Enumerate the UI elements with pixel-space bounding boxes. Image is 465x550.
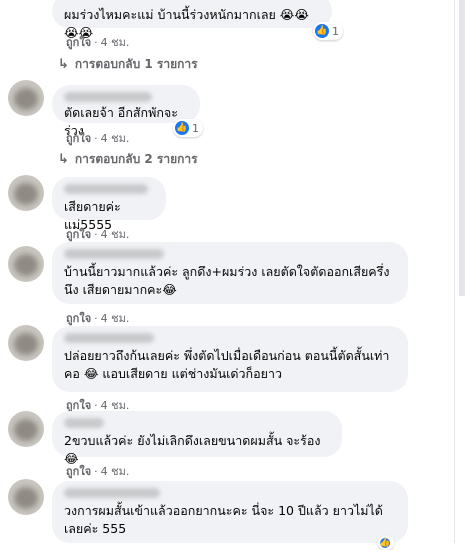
reaction-badge[interactable]: 👍 [378, 536, 394, 550]
reply-arrow-icon: ↳ [58, 57, 69, 72]
like-button[interactable]: ถูกใจ [66, 36, 91, 49]
avatar[interactable] [8, 80, 44, 116]
comment-bubble: วงการผมสั้นเข้าแล้วออกยากนะคะ นี่จะ 10 ป… [52, 481, 408, 543]
view-replies-link[interactable]: ↳ การตอบกลับ 1 รายการ [58, 55, 198, 74]
replies-label: การตอบกลับ 2 รายการ [74, 152, 198, 166]
reaction-badge[interactable]: 👍 1 [173, 119, 203, 137]
like-button[interactable]: ถูกใจ [66, 312, 91, 325]
avatar[interactable] [8, 479, 44, 515]
like-button[interactable]: ถูกใจ [66, 465, 91, 478]
comment-meta: ถูกใจ · 4 ชม. [66, 465, 130, 478]
comment-bubble: บ้านนี้ยาวมากแล้วค่ะ ลูกดึง+ผมร่วง เลยตั… [52, 242, 408, 304]
reaction-count: 1 [192, 121, 199, 135]
reaction-count: 1 [332, 24, 339, 38]
comment-text: บ้านนี้ยาวมากแล้วค่ะ ลูกดึง+ผมร่วง เลยตั… [64, 264, 390, 297]
author-name-redacted[interactable] [64, 184, 148, 194]
comment-meta: ถูกใจ · 4 ชม. [66, 312, 130, 325]
comment-text: ปล่อยยาวถึงก้นเลยค่ะ พึ่งตัดไปเมื่อเดือน… [64, 348, 390, 381]
view-replies-link[interactable]: ↳ การตอบกลับ 2 รายการ [58, 150, 198, 169]
comment-meta: ถูกใจ · 4 ชม. [66, 228, 130, 241]
timestamp[interactable]: 4 ชม. [101, 228, 130, 241]
reaction-badge[interactable]: 👍 1 [313, 22, 343, 40]
author-name-redacted[interactable] [64, 92, 152, 102]
thumbs-up-icon: 👍 [379, 538, 391, 548]
author-name-redacted[interactable] [64, 333, 154, 343]
like-button[interactable]: ถูกใจ [66, 228, 91, 241]
comment-meta: ถูกใจ · 4 ชม. [66, 36, 130, 49]
author-name-redacted[interactable] [64, 418, 104, 428]
comment-bubble: เสียดายค่ะแม่5555 [52, 177, 166, 232]
avatar[interactable] [8, 325, 44, 361]
avatar[interactable] [8, 246, 44, 282]
scroll-track-line [454, 0, 455, 543]
like-button[interactable]: ถูกใจ [66, 132, 91, 145]
comment-meta: ถูกใจ · 4 ชม. [66, 132, 130, 145]
timestamp[interactable]: 4 ชม. [101, 465, 130, 478]
timestamp[interactable]: 4 ชม. [101, 312, 130, 325]
timestamp[interactable]: 4 ชม. [101, 132, 130, 145]
thumbs-up-icon: 👍 [315, 24, 329, 38]
comment-text: วงการผมสั้นเข้าแล้วออกยากนะคะ นี่จะ 10 ป… [64, 503, 383, 536]
thumbs-up-icon: 👍 [175, 121, 189, 135]
author-name-redacted[interactable] [64, 488, 160, 498]
timestamp[interactable]: 4 ชม. [101, 36, 130, 49]
comment-bubble: 2ขวบแล้วค่ะ ยังไม่เลิกดึงเลยขนาดผมสั้น จ… [52, 411, 342, 466]
scrollbar[interactable] [459, 0, 465, 296]
author-name-redacted[interactable] [64, 249, 164, 259]
comment-bubble: ปล่อยยาวถึงก้นเลยค่ะ พึ่งตัดไปเมื่อเดือน… [52, 326, 408, 392]
reply-arrow-icon: ↳ [58, 152, 69, 167]
avatar[interactable] [8, 175, 44, 211]
replies-label: การตอบกลับ 1 รายการ [74, 57, 198, 71]
comment-bubble: ผมร่วงไหมคะแม่ บ้านนี้ร่วงหนักมากเลย 😭😭😭… [52, 0, 332, 40]
comment-bubble: ตัดเลยจ้า อีกสักพักจะร่วง [52, 85, 200, 138]
avatar[interactable] [8, 411, 44, 447]
